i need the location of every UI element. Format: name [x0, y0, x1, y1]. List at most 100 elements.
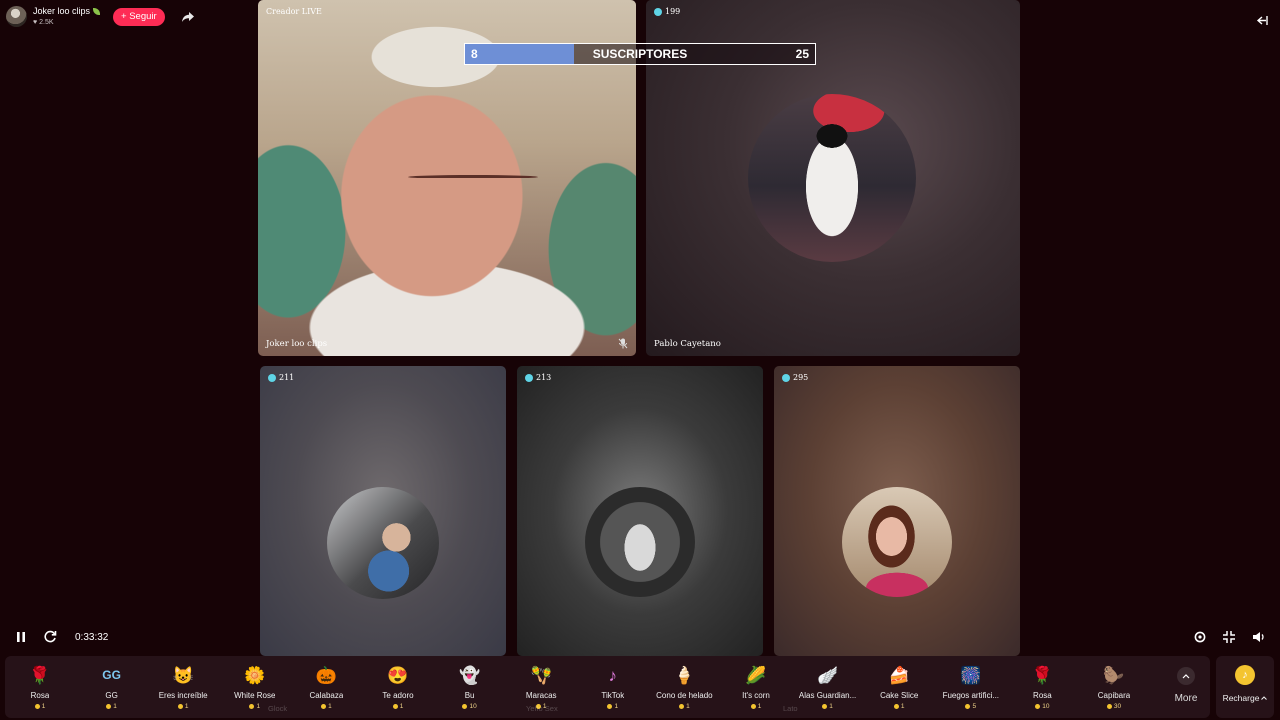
gem-icon [525, 373, 533, 382]
coin-icon [177, 704, 183, 709]
viewer-count: 213 [525, 373, 551, 382]
gift-price-value: 1 [184, 703, 189, 710]
gift-price-value: 1 [686, 703, 690, 710]
host-info: Joker loo clips ♥ 2.5K + Seguir [6, 6, 195, 27]
gift-name: Alas Guardian... [798, 691, 857, 700]
host-name[interactable]: Joker loo clips [33, 7, 90, 16]
heart-face-icon: 😍 [387, 665, 409, 685]
coin-icon [607, 704, 613, 709]
gift-name: Te adoro [382, 691, 414, 700]
gift-item[interactable]: 😺 Eres increíble 1 [150, 656, 216, 718]
subscriber-current: 8 [471, 47, 478, 61]
coin-icon [321, 704, 327, 709]
gift-price: 1 [893, 703, 905, 710]
cake-icon: 🍰 [888, 665, 910, 685]
gift-item[interactable]: ♪ TikTok 1 [580, 656, 646, 718]
share-icon[interactable] [181, 10, 195, 24]
exit-fullscreen-icon[interactable] [1222, 630, 1236, 644]
gift-price-value: 30 [1113, 703, 1122, 710]
viewer-count-value: 199 [665, 7, 681, 16]
guest-faint-name: Yeffo Sex [526, 704, 558, 713]
stream-time: 0:33:32 [75, 632, 109, 643]
gift-price: 1 [321, 703, 332, 710]
gift-price-value: 10 [1042, 703, 1050, 710]
gift-price-value: 1 [41, 703, 46, 710]
gift-price-value: 1 [328, 703, 332, 710]
guest-avatar[interactable] [585, 487, 695, 597]
gift-item[interactable]: 👻 Bu 10 [437, 656, 503, 718]
follow-button[interactable]: + Seguir [113, 7, 165, 26]
gift-item[interactable]: 🪽 Alas Guardian... 1 [795, 656, 861, 718]
tiktok-coin-icon: ♪ [1235, 665, 1255, 685]
fireworks-icon: 🎆 [960, 665, 982, 685]
gift-price-value: 1 [757, 703, 762, 710]
gift-item[interactable]: 🍰 Cake Slice 1 [866, 656, 932, 718]
coin-icon [462, 704, 468, 709]
coin-icon [249, 704, 255, 709]
chevron-up-icon [1177, 667, 1195, 685]
guest-faint-name: Glock [268, 704, 288, 713]
gift-price-value: 5 [972, 703, 977, 710]
viewer-count: 211 [268, 373, 294, 382]
gift-name: Cake Slice [880, 691, 919, 700]
tiktok-icon: ♪ [608, 665, 618, 685]
gem-icon [654, 7, 662, 16]
gift-item[interactable]: 🌽 It's corn 1 [723, 656, 789, 718]
white-rose-icon: 🌼 [244, 665, 266, 685]
chevron-up-icon [1261, 696, 1268, 700]
gift-name: Fuegos artifici... [942, 691, 1000, 700]
host-name-row[interactable]: Joker loo clips [33, 7, 101, 16]
heart-icon: ♥ [33, 19, 38, 26]
guest-tile-213[interactable]: 213 [517, 366, 763, 656]
more-gifts-button[interactable]: More [1165, 656, 1207, 718]
rose-icon: 🌹 [29, 665, 51, 685]
coin-icon [965, 704, 971, 709]
viewer-count-value: 211 [279, 373, 295, 382]
settings-icon[interactable] [1193, 630, 1207, 644]
leaf-icon [93, 8, 101, 15]
gg-icon: GG [102, 668, 121, 682]
gift-item[interactable]: 🎆 Fuegos artifici... 5 [938, 656, 1004, 718]
gift-price: 1 [177, 703, 189, 710]
gift-price: 1 [392, 703, 403, 710]
gift-price: 1 [679, 703, 690, 710]
pause-icon[interactable] [15, 631, 27, 643]
coin-icon [34, 704, 40, 709]
gift-item[interactable]: 🌹 Rosa 10 [1009, 656, 1075, 718]
guest-avatar[interactable] [327, 487, 439, 599]
collapse-panel-icon[interactable] [1255, 14, 1268, 27]
guest-faint-name: Lato [783, 704, 798, 713]
gift-item[interactable]: 🎃 Calabaza 1 [293, 656, 359, 718]
gift-name: TikTok [601, 691, 625, 700]
host-likes-row: ♥ 2.5K [33, 19, 100, 26]
guest-name: Pablo Cayetano [654, 339, 721, 349]
subscriber-target: 25 [795, 47, 809, 61]
mic-muted-icon [618, 338, 628, 349]
viewer-count: 295 [782, 373, 808, 382]
refresh-icon[interactable] [44, 630, 57, 643]
gift-item[interactable]: 🦫 Capibara 30 [1081, 656, 1147, 718]
coin-icon [679, 704, 685, 709]
guest-tile-211[interactable]: 211 [260, 366, 506, 656]
subscriber-goal-bar: SUSCRIPTORES 8 25 [464, 43, 816, 65]
recharge-button[interactable]: ♪ Recharge [1216, 656, 1274, 718]
guest-tile-295[interactable]: 295 [774, 366, 1020, 656]
gift-price-value: 1 [829, 703, 833, 710]
guest-avatar[interactable] [748, 94, 916, 262]
host-avatar[interactable] [6, 6, 27, 27]
guest-avatar[interactable] [842, 487, 952, 597]
gift-item[interactable]: 🌹 Rosa 1 [7, 656, 73, 718]
host-stream-name: Joker loo clips [266, 339, 328, 349]
gift-price-value: 1 [113, 703, 117, 710]
gift-name: Cono de helado [656, 691, 713, 700]
volume-icon[interactable] [1252, 630, 1266, 644]
gift-item[interactable]: 🍦 Cono de helado 1 [651, 656, 717, 718]
viewer-count: 199 [654, 7, 680, 16]
gift-item[interactable]: GG GG 1 [79, 656, 145, 718]
ice-cream-icon: 🍦 [673, 665, 695, 685]
gift-name: Calabaza [309, 691, 344, 700]
cat-icon: 😺 [172, 665, 194, 685]
coin-icon [750, 704, 756, 709]
gift-name: Maracas [525, 691, 557, 700]
gift-item[interactable]: 😍 Te adoro 1 [365, 656, 431, 718]
